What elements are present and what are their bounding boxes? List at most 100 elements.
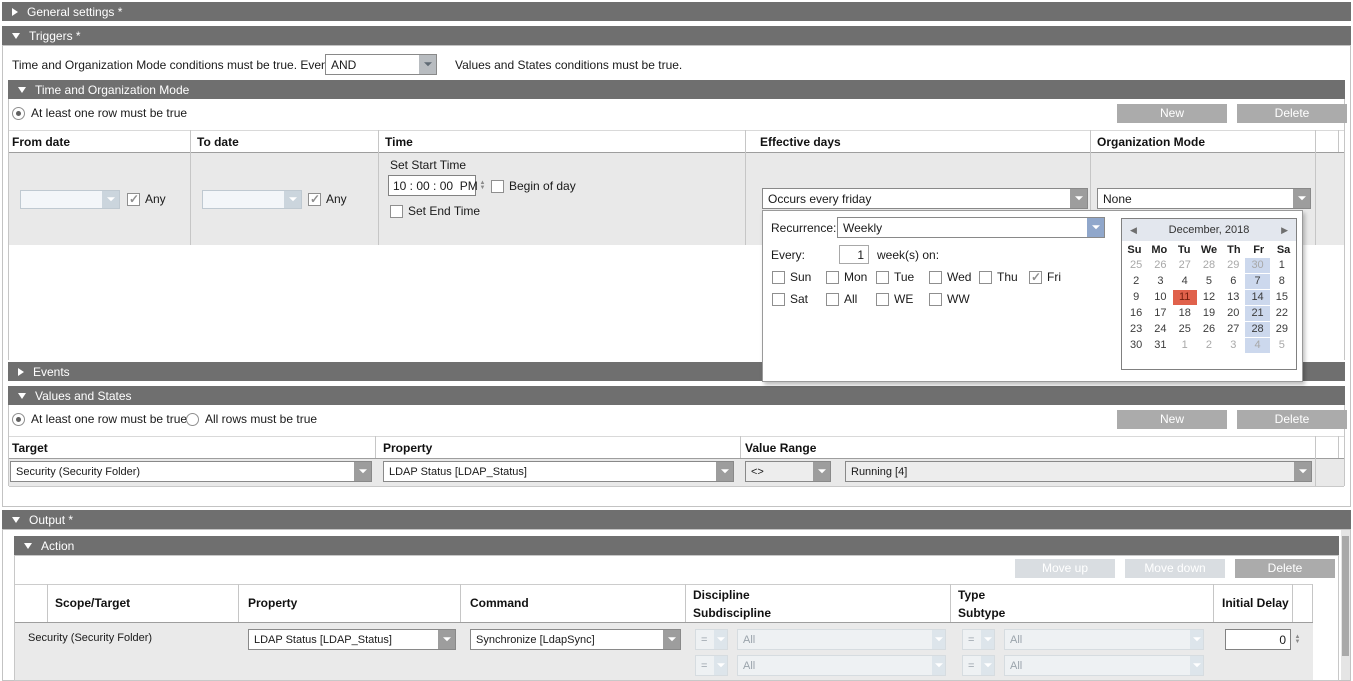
scrollbar-track[interactable] xyxy=(1341,530,1350,680)
begin-of-day-checkbox[interactable]: Begin of day xyxy=(491,179,576,193)
column-header-scope-target[interactable]: Scope/Target xyxy=(55,596,130,610)
checkbox-icon[interactable] xyxy=(491,180,504,193)
section-header-time-org-mode[interactable]: Time and Organization Mode xyxy=(8,80,1345,99)
calendar-day[interactable]: 14 xyxy=(1245,290,1269,305)
calendar-day[interactable]: 29 xyxy=(1270,322,1294,337)
start-time-spinner[interactable]: ▲ ▼ xyxy=(477,175,488,196)
day-checkbox-tue[interactable]: Tue xyxy=(876,270,914,284)
column-header-type[interactable]: Type xyxy=(958,588,985,602)
tom-new-button[interactable]: New xyxy=(1117,104,1227,123)
day-checkbox-wed[interactable]: Wed xyxy=(929,270,971,284)
column-header-initial-delay[interactable]: Initial Delay xyxy=(1222,596,1289,610)
day-checkbox-we[interactable]: WE xyxy=(876,292,913,306)
tom-delete-button[interactable]: Delete xyxy=(1237,104,1347,123)
calendar-day[interactable]: 27 xyxy=(1221,322,1245,337)
recurrence-combo[interactable]: Weekly xyxy=(837,217,1105,238)
effective-days-combo[interactable]: Occurs every friday xyxy=(762,188,1088,209)
checkbox-icon[interactable] xyxy=(876,293,889,306)
to-date-any-checkbox[interactable]: Any xyxy=(308,192,347,206)
radio-icon[interactable] xyxy=(186,413,199,426)
radio-icon[interactable] xyxy=(12,413,25,426)
column-header-from-date[interactable]: From date xyxy=(12,135,70,149)
calendar-day[interactable]: 22 xyxy=(1270,306,1294,321)
column-header-target[interactable]: Target xyxy=(12,441,48,455)
checkbox-icon[interactable] xyxy=(127,193,140,206)
calendar-day[interactable]: 8 xyxy=(1270,274,1294,289)
day-checkbox-all[interactable]: All xyxy=(826,292,857,306)
section-header-triggers[interactable]: Triggers * xyxy=(2,26,1351,45)
column-header-value-range[interactable]: Value Range xyxy=(745,441,816,455)
checkbox-icon[interactable] xyxy=(390,205,403,218)
move-up-button[interactable]: Move up xyxy=(1015,559,1115,578)
vs-value-combo[interactable]: Running [4] xyxy=(845,461,1312,482)
calendar-day[interactable]: 15 xyxy=(1270,290,1294,305)
checkbox-icon[interactable] xyxy=(308,193,321,206)
day-checkbox-fri[interactable]: Fri xyxy=(1029,270,1061,284)
events-operator-combo[interactable]: AND xyxy=(325,54,437,75)
column-header-subdiscipline[interactable]: Subdiscipline xyxy=(693,606,771,620)
checkbox-icon[interactable] xyxy=(826,271,839,284)
calendar-day[interactable]: 20 xyxy=(1221,306,1245,321)
set-end-time-checkbox[interactable]: Set End Time xyxy=(390,204,480,218)
subtype-operator-combo[interactable]: = xyxy=(962,655,995,676)
section-header-output[interactable]: Output * xyxy=(2,510,1351,529)
vs-rule-all-radio[interactable]: All rows must be true xyxy=(186,412,317,426)
action-property-combo[interactable]: LDAP Status [LDAP_Status] xyxy=(248,629,456,650)
checkbox-icon[interactable] xyxy=(772,293,785,306)
calendar-day[interactable]: 4 xyxy=(1245,338,1269,353)
calendar-day[interactable]: 23 xyxy=(1124,322,1148,337)
column-header-property[interactable]: Property xyxy=(383,441,432,455)
type-operator-combo[interactable]: = xyxy=(962,629,995,650)
section-header-general-settings[interactable]: General settings * xyxy=(2,2,1351,21)
checkbox-icon[interactable] xyxy=(772,271,785,284)
start-time-input[interactable]: 10 : 00 : 00 PM xyxy=(388,175,476,196)
calendar-day[interactable]: 2 xyxy=(1124,274,1148,289)
checkbox-icon[interactable] xyxy=(876,271,889,284)
calendar-next-icon[interactable]: ▶ xyxy=(1281,225,1288,236)
calendar-day[interactable]: 6 xyxy=(1221,274,1245,289)
vs-rule-one-radio[interactable]: At least one row must be true xyxy=(12,412,187,426)
vs-new-button[interactable]: New xyxy=(1117,410,1227,429)
from-date-any-checkbox[interactable]: Any xyxy=(127,192,166,206)
column-header-property[interactable]: Property xyxy=(248,596,297,610)
column-header-discipline[interactable]: Discipline xyxy=(693,588,750,602)
day-checkbox-ww[interactable]: WW xyxy=(929,292,970,306)
column-header-organization-mode[interactable]: Organization Mode xyxy=(1097,135,1205,149)
calendar-day[interactable]: 27 xyxy=(1173,258,1197,273)
checkbox-icon[interactable] xyxy=(1029,271,1042,284)
checkbox-icon[interactable] xyxy=(929,293,942,306)
discipline-operator-combo[interactable]: = xyxy=(695,629,728,650)
calendar-day[interactable]: 31 xyxy=(1148,338,1172,353)
calendar-month-label[interactable]: December, 2018 xyxy=(1169,224,1250,236)
calendar-day[interactable]: 28 xyxy=(1197,258,1221,273)
calendar-day[interactable]: 11 xyxy=(1173,290,1197,305)
calendar-day[interactable]: 7 xyxy=(1245,274,1269,289)
calendar-day[interactable]: 19 xyxy=(1197,306,1221,321)
action-delete-button[interactable]: Delete xyxy=(1235,559,1335,578)
calendar-day[interactable]: 1 xyxy=(1173,338,1197,353)
calendar-day[interactable]: 29 xyxy=(1221,258,1245,273)
calendar-day[interactable]: 5 xyxy=(1197,274,1221,289)
organization-mode-combo[interactable]: None xyxy=(1097,188,1311,209)
every-input[interactable]: 1 xyxy=(839,245,869,264)
calendar-day[interactable]: 30 xyxy=(1245,258,1269,273)
calendar-day[interactable]: 24 xyxy=(1148,322,1172,337)
column-header-to-date[interactable]: To date xyxy=(197,135,239,149)
type-value-combo[interactable]: All xyxy=(1004,629,1204,650)
calendar-day[interactable]: 17 xyxy=(1148,306,1172,321)
column-header-time[interactable]: Time xyxy=(385,135,413,149)
column-header-effective-days[interactable]: Effective days xyxy=(760,135,841,149)
to-date-picker[interactable] xyxy=(202,190,302,209)
calendar-day[interactable]: 13 xyxy=(1221,290,1245,305)
calendar-day[interactable]: 21 xyxy=(1245,306,1269,321)
radio-icon[interactable] xyxy=(12,107,25,120)
move-down-button[interactable]: Move down xyxy=(1125,559,1225,578)
calendar-day[interactable]: 10 xyxy=(1148,290,1172,305)
calendar-day[interactable]: 4 xyxy=(1173,274,1197,289)
vs-delete-button[interactable]: Delete xyxy=(1237,410,1347,429)
calendar-day[interactable]: 26 xyxy=(1148,258,1172,273)
tom-rule-radio[interactable]: At least one row must be true xyxy=(12,106,187,120)
calendar-day[interactable]: 16 xyxy=(1124,306,1148,321)
column-header-command[interactable]: Command xyxy=(470,596,529,610)
discipline-value-combo[interactable]: All xyxy=(737,629,946,650)
